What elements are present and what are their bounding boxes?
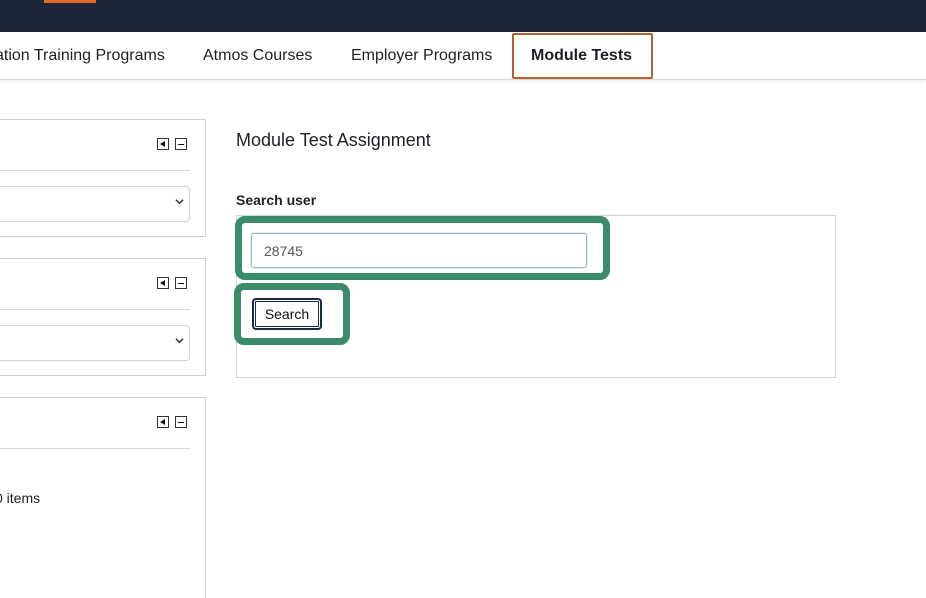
block-header (0, 398, 190, 449)
nav-item-training-programs[interactable]: ation Training Programs (0, 32, 165, 79)
minimize-icon[interactable] (175, 416, 187, 428)
chevron-down-icon (175, 336, 184, 344)
search-user-label: Search user (236, 192, 317, 208)
nav-item-employer-programs[interactable]: Employer Programs (351, 32, 492, 79)
block-header (0, 259, 190, 310)
page-title: Module Test Assignment (236, 130, 431, 150)
sidebar-block-1 (0, 119, 206, 237)
sidebar-block-3: 0 items (0, 397, 206, 598)
sidebar-block-2 (0, 258, 206, 376)
block-select-dropdown[interactable] (0, 325, 190, 361)
items-count-text: 0 items (0, 490, 41, 506)
search-user-input[interactable] (251, 233, 587, 268)
dock-icon[interactable] (157, 277, 169, 289)
active-indicator (44, 0, 96, 3)
minimize-icon[interactable] (175, 138, 187, 150)
minimize-icon[interactable] (175, 277, 187, 289)
dock-icon[interactable] (157, 416, 169, 428)
nav-item-atmos-courses[interactable]: Atmos Courses (203, 32, 312, 79)
dock-icon[interactable] (157, 138, 169, 150)
chevron-down-icon (175, 197, 184, 205)
secondary-navigation: ation Training Programs Atmos Courses Em… (0, 32, 926, 80)
nav-item-module-tests[interactable]: Module Tests (531, 32, 632, 79)
block-header (0, 120, 190, 171)
search-button[interactable]: Search (252, 298, 322, 330)
top-header-bar (0, 0, 926, 32)
block-select-dropdown[interactable] (0, 186, 190, 222)
